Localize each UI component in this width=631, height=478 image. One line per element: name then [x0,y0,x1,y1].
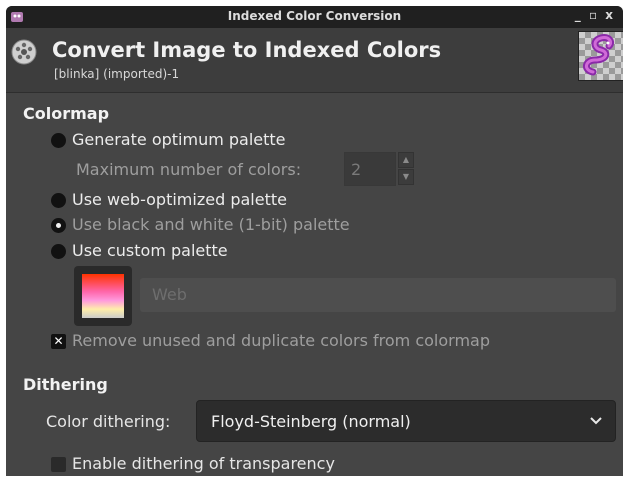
dialog-header: Convert Image to Indexed Colors [blinka]… [6,28,623,92]
image-name: [blinka] (imported)-1 [54,67,180,81]
colormap-heading: Colormap [23,104,110,123]
increment-icon[interactable]: ▲ [398,152,414,168]
palette-swatch-button[interactable] [74,266,132,326]
color-dithering-value: Floyd-Steinberg (normal) [211,412,411,431]
dither-transparency-checkbox[interactable] [51,457,66,472]
dithering-heading: Dithering [23,375,108,394]
window-controls[interactable]: _ ▫ x [575,8,615,22]
window-title: Indexed Color Conversion [227,9,402,23]
option-custom-palette-label[interactable]: Use custom palette [72,241,228,260]
option-generate-optimum-label[interactable]: Generate optimum palette [72,130,286,149]
remove-unused-checkbox[interactable]: ✕ [51,334,66,349]
image-thumbnail [578,31,623,81]
radio-custom-palette[interactable] [51,244,66,259]
radio-black-white[interactable] [51,218,66,233]
dither-transparency-label[interactable]: Enable dithering of transparency [72,454,335,473]
max-colors-spinner[interactable]: 2 ▲ ▼ [344,152,416,186]
chevron-down-icon [590,417,602,425]
option-black-white-label[interactable]: Use black and white (1-bit) palette [72,215,350,234]
convert-indexed-icon [11,39,37,65]
color-dithering-select[interactable]: Floyd-Steinberg (normal) [196,400,616,442]
remove-unused-label[interactable]: Remove unused and duplicate colors from … [72,331,490,350]
option-web-optimized-label[interactable]: Use web-optimized palette [72,190,287,209]
title-bar[interactable]: Indexed Color Conversion _ ▫ x [6,6,623,28]
header-divider [6,92,623,93]
radio-web-optimized[interactable] [51,193,66,208]
max-colors-label: Maximum number of colors: [76,160,302,179]
palette-preview [82,274,124,318]
radio-generate-optimum[interactable] [51,133,66,148]
color-dithering-label: Color dithering: [46,412,171,431]
dialog-heading: Convert Image to Indexed Colors [52,38,442,62]
custom-palette-field[interactable]: Web [140,278,616,312]
decrement-icon[interactable]: ▼ [398,169,414,185]
blinka-snake-icon [583,34,615,76]
indexed-color-dialog: Indexed Color Conversion _ ▫ x Convert I… [6,6,623,476]
max-colors-input[interactable]: 2 [344,152,396,186]
